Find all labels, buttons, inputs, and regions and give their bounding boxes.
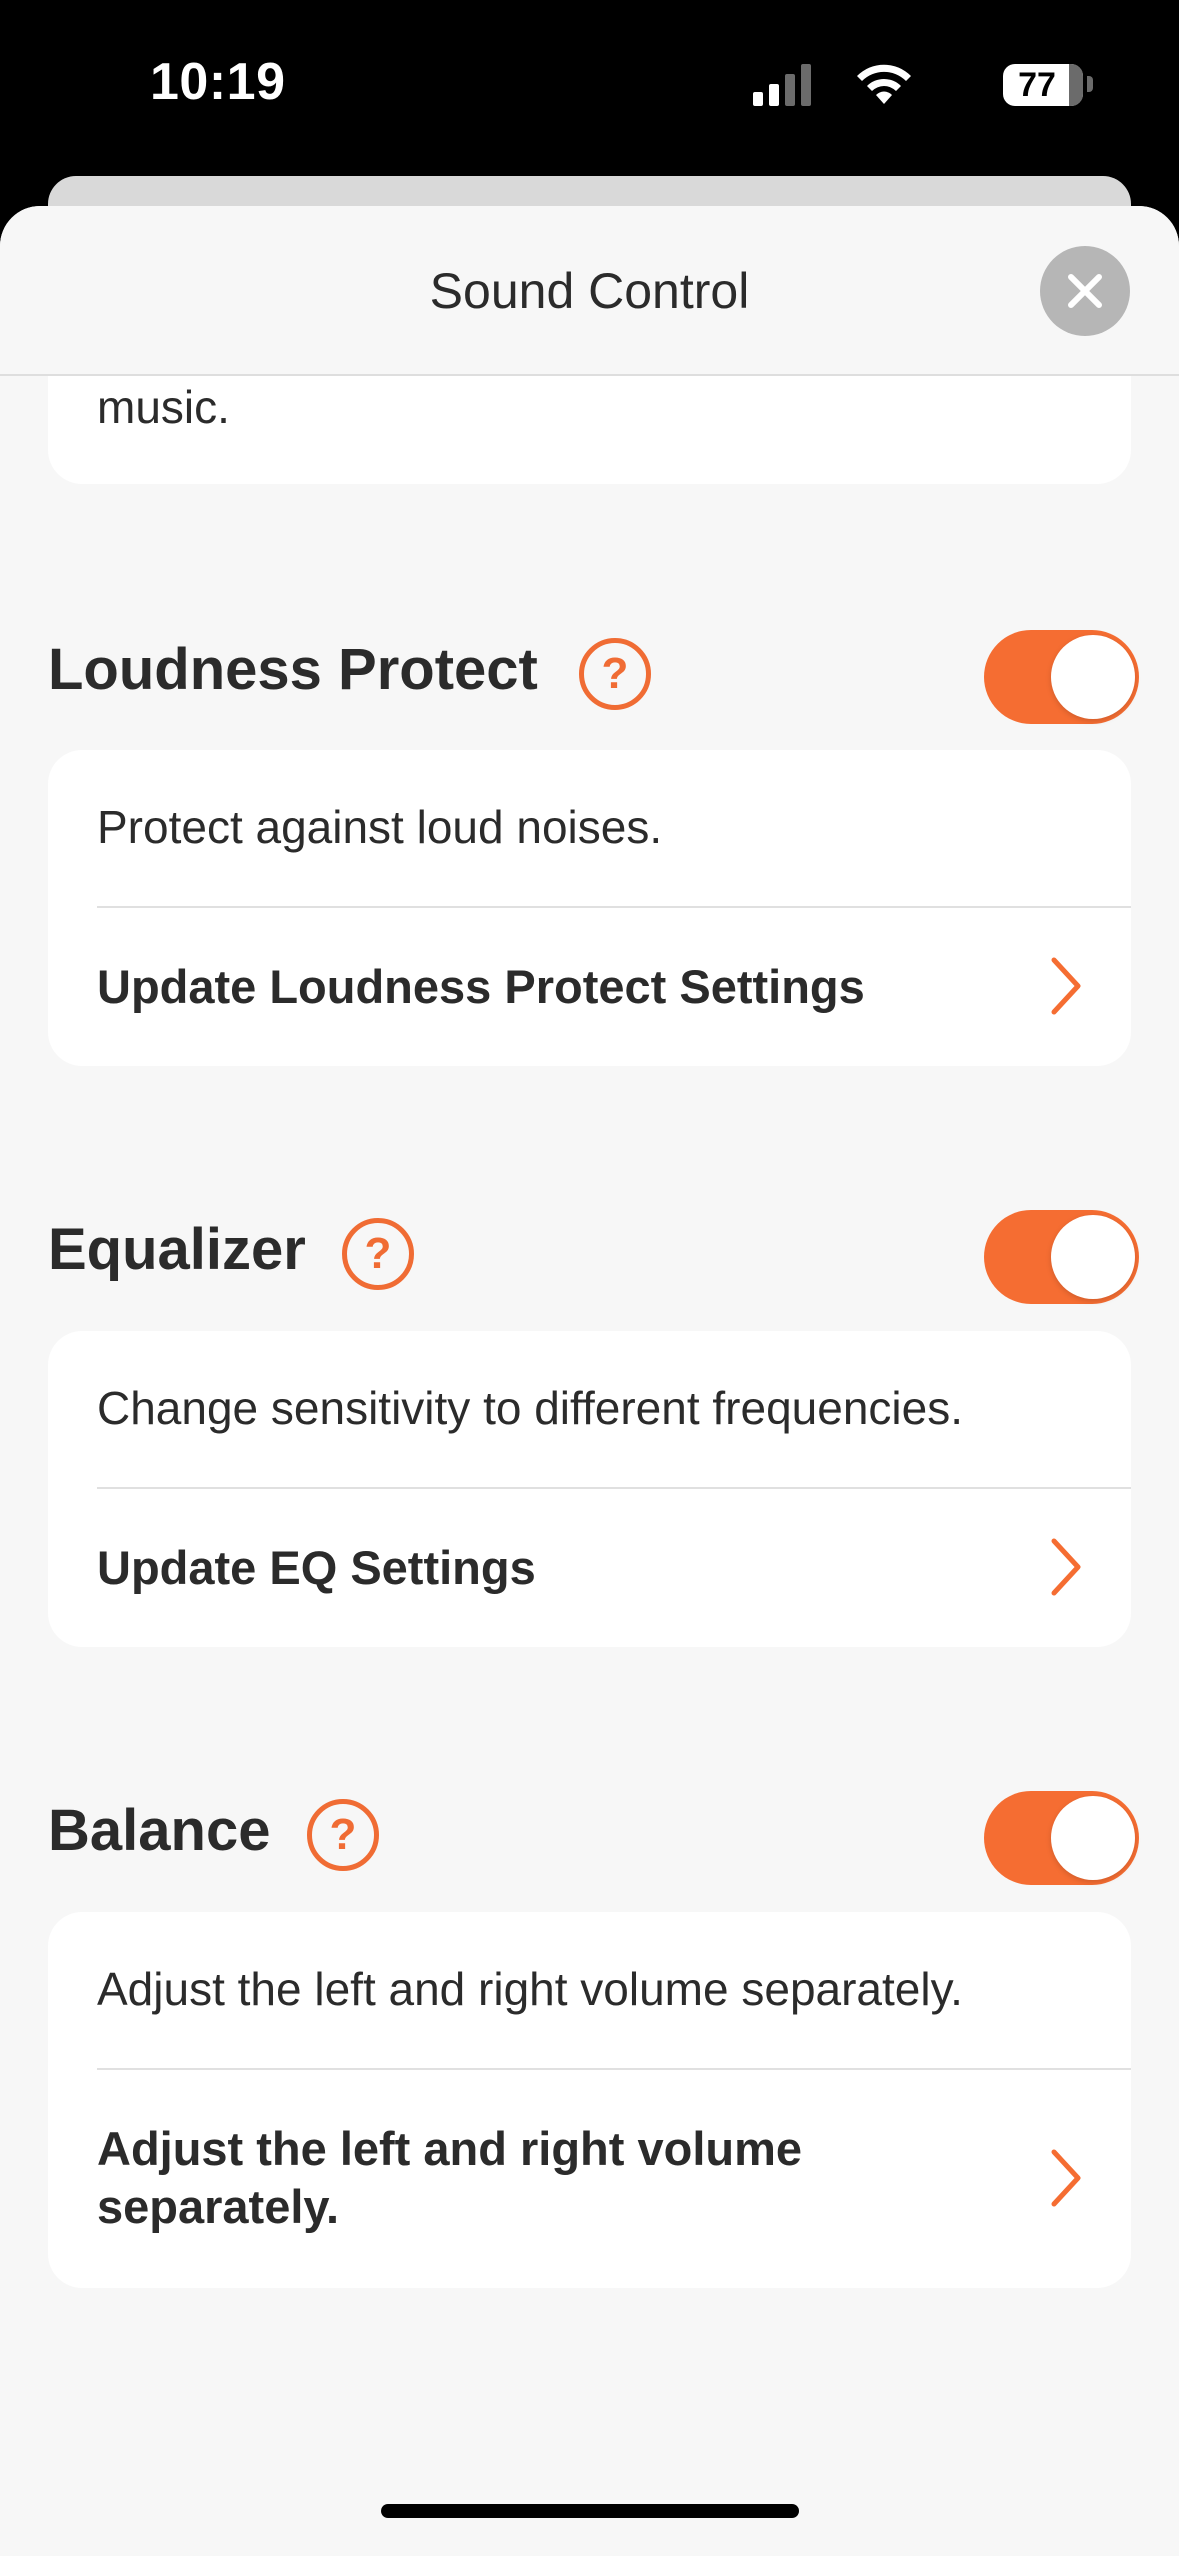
status-time: 10:19: [150, 53, 286, 111]
battery-icon: 77: [1003, 64, 1083, 106]
loudness-protect-card: Protect against loud noises. Update Loud…: [48, 750, 1131, 1066]
status-bar: 10:19 77: [0, 0, 1179, 180]
close-icon: [1068, 274, 1102, 308]
cellular-signal-icon: [753, 64, 811, 106]
battery-level: 77: [1018, 66, 1056, 104]
battery-cap: [1087, 76, 1093, 92]
chevron-right-icon: [1051, 957, 1081, 1015]
help-icon[interactable]: ?: [342, 1218, 414, 1290]
help-icon[interactable]: ?: [307, 1799, 379, 1871]
sound-control-sheet: Sound Control music. Loudness Protect ? …: [0, 206, 1179, 2556]
section-title: Balance: [48, 1798, 271, 1863]
link-label: Update Loudness Protect Settings: [97, 960, 865, 1013]
link-label: Adjust the left and right volume separat…: [97, 2122, 803, 2233]
update-loudness-protect-settings-row[interactable]: Update Loudness Protect Settings: [48, 908, 1131, 1066]
chevron-right-icon: [1051, 2149, 1081, 2207]
section-header-loudness-protect: Loudness Protect ?: [48, 616, 1139, 724]
loudness-protect-toggle[interactable]: [984, 630, 1139, 724]
section-header-equalizer: Equalizer ?: [48, 1196, 1139, 1304]
toggle-knob: [1051, 1796, 1135, 1880]
link-label: Update EQ Settings: [97, 1541, 536, 1594]
balance-toggle[interactable]: [984, 1791, 1139, 1885]
wifi-icon: [857, 64, 911, 104]
section-description: Adjust the left and right volume separat…: [97, 1963, 963, 2015]
section-title: Loudness Protect: [48, 637, 538, 702]
toggle-knob: [1051, 635, 1135, 719]
status-icons: 77: [723, 62, 1093, 112]
help-icon[interactable]: ?: [579, 638, 651, 710]
equalizer-card: Change sensitivity to different frequenc…: [48, 1331, 1131, 1647]
section-description: Change sensitivity to different frequenc…: [97, 1382, 963, 1434]
update-eq-settings-row[interactable]: Update EQ Settings: [48, 1489, 1131, 1647]
toggle-knob: [1051, 1215, 1135, 1299]
adjust-balance-row[interactable]: Adjust the left and right volume separat…: [48, 2070, 1131, 2288]
chevron-right-icon: [1051, 1538, 1081, 1596]
home-indicator[interactable]: [381, 2504, 799, 2518]
page-title: Sound Control: [429, 263, 750, 319]
previous-section-text: music.: [97, 381, 230, 433]
balance-card: Adjust the left and right volume separat…: [48, 1912, 1131, 2288]
section-header-balance: Balance ?: [48, 1777, 1139, 1885]
equalizer-toggle[interactable]: [984, 1210, 1139, 1304]
section-title: Equalizer: [48, 1217, 306, 1282]
close-button[interactable]: [1040, 246, 1130, 336]
sheet-header: Sound Control: [0, 206, 1179, 376]
section-description: Protect against loud noises.: [97, 801, 663, 853]
